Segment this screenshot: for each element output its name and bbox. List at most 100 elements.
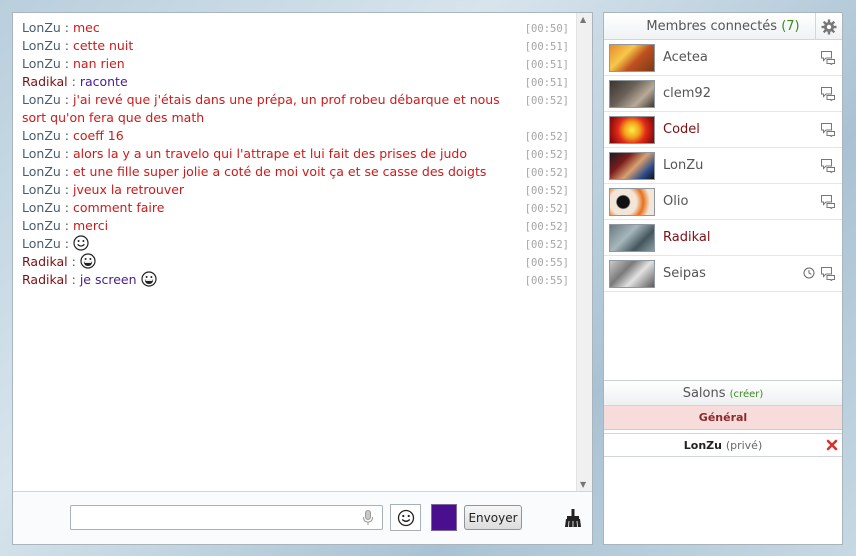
message-separator: : bbox=[60, 182, 73, 197]
message-timestamp: [00:52] bbox=[524, 203, 569, 215]
chat-message: LonZu : cette nuit [00:51] bbox=[22, 37, 569, 55]
message-separator: : bbox=[60, 20, 73, 35]
message-separator: : bbox=[60, 56, 73, 71]
message-sender[interactable]: LonZu bbox=[22, 38, 61, 53]
message-text: mec bbox=[72, 20, 100, 35]
message-sender[interactable]: Radikal bbox=[22, 254, 68, 269]
smile-smiley-icon bbox=[73, 235, 89, 251]
message-separator: : bbox=[60, 146, 73, 161]
message-sender[interactable]: LonZu bbox=[22, 200, 61, 215]
message-separator: : bbox=[67, 74, 80, 89]
speech-bubble-icon[interactable] bbox=[820, 266, 836, 281]
message-sender[interactable]: LonZu bbox=[22, 182, 61, 197]
member-name[interactable]: Seipas bbox=[663, 266, 706, 281]
scroll-down-icon[interactable]: ▼ bbox=[580, 480, 586, 489]
message-text: cette nuit bbox=[72, 38, 134, 53]
speech-bubble-icon[interactable] bbox=[820, 158, 836, 173]
chat-message: LonZu : [00:52] bbox=[22, 235, 569, 253]
smiley-button[interactable] bbox=[390, 504, 421, 531]
message-timestamp: [00:51] bbox=[524, 41, 569, 53]
message-body: LonZu : merci bbox=[22, 217, 569, 235]
member-name[interactable]: Codel bbox=[663, 122, 700, 137]
member-item[interactable]: Seipas bbox=[604, 256, 842, 292]
message-timestamp: [00:52] bbox=[524, 239, 569, 251]
rooms-title: Salons bbox=[682, 386, 726, 401]
create-room-link[interactable]: (créer) bbox=[730, 389, 764, 400]
chat-message: LonZu : alors la y a un travelo qui l'at… bbox=[22, 145, 569, 163]
member-name[interactable]: LonZu bbox=[663, 158, 703, 173]
message-sender[interactable]: LonZu bbox=[22, 218, 61, 233]
microphone-icon[interactable] bbox=[362, 510, 374, 526]
members-panel: Membres connectés (7) Acetea clem92 Codel L… bbox=[603, 12, 843, 545]
avatar bbox=[609, 43, 655, 72]
member-item[interactable]: Acetea bbox=[604, 40, 842, 76]
chat-message: LonZu : et une fille super jolie a coté … bbox=[22, 163, 569, 181]
message-text: alors la y a un travelo qui l'attrape et… bbox=[72, 146, 468, 161]
message-text: je screen bbox=[79, 272, 137, 287]
message-text: jveux la retrouver bbox=[72, 182, 185, 197]
message-sender[interactable]: LonZu bbox=[22, 20, 61, 35]
member-name[interactable]: Radikal bbox=[663, 230, 710, 245]
message-timestamp: [00:52] bbox=[524, 149, 569, 161]
message-timestamp: [00:52] bbox=[524, 131, 569, 143]
message-sender[interactable]: Radikal bbox=[22, 272, 68, 287]
member-name[interactable]: Olio bbox=[663, 194, 688, 209]
chat-message: LonZu : mec [00:50] bbox=[22, 19, 569, 37]
message-text: merci bbox=[72, 218, 109, 233]
message-text: raconte bbox=[79, 74, 128, 89]
member-name[interactable]: clem92 bbox=[663, 86, 711, 101]
avatar bbox=[609, 223, 655, 252]
avatar bbox=[609, 151, 655, 180]
smiley-icon bbox=[397, 509, 414, 526]
speech-bubble-icon[interactable] bbox=[820, 122, 836, 137]
message-separator: : bbox=[60, 38, 73, 53]
message-separator: : bbox=[60, 200, 73, 215]
message-sender[interactable]: Radikal bbox=[22, 74, 68, 89]
room-private[interactable]: LonZu (privé) bbox=[604, 433, 842, 457]
grin-smiley-icon bbox=[140, 271, 157, 287]
chat-message: LonZu : coeff 16 [00:52] bbox=[22, 127, 569, 145]
message-sender[interactable]: LonZu bbox=[22, 128, 61, 143]
avatar bbox=[609, 115, 655, 144]
message-timestamp: [00:51] bbox=[524, 77, 569, 89]
message-text: et une fille super jolie a coté de moi v… bbox=[72, 164, 487, 179]
avatar bbox=[609, 79, 655, 108]
message-body: LonZu : jveux la retrouver bbox=[22, 181, 569, 199]
message-input[interactable] bbox=[70, 505, 383, 530]
message-sender[interactable]: LonZu bbox=[22, 92, 61, 107]
grin-smiley-icon bbox=[80, 253, 96, 269]
message-sender[interactable]: LonZu bbox=[22, 236, 61, 251]
message-body: LonZu : comment faire bbox=[22, 199, 569, 217]
message-text: comment faire bbox=[72, 200, 165, 215]
message-separator: : bbox=[60, 164, 73, 179]
message-body: LonZu : alors la y a un travelo qui l'at… bbox=[22, 145, 569, 163]
speech-bubble-icon[interactable] bbox=[820, 50, 836, 65]
message-timestamp: [00:55] bbox=[524, 275, 569, 287]
message-sender[interactable]: LonZu bbox=[22, 56, 61, 71]
broom-icon[interactable] bbox=[563, 508, 583, 528]
scroll-up-icon[interactable]: ▲ bbox=[580, 15, 586, 24]
speech-bubble-icon[interactable] bbox=[820, 194, 836, 209]
member-item[interactable]: Olio bbox=[604, 184, 842, 220]
send-button[interactable]: Envoyer bbox=[464, 505, 522, 530]
chat-message: LonZu : nan rien [00:51] bbox=[22, 55, 569, 73]
room-private-tag: (privé) bbox=[725, 439, 763, 452]
member-item[interactable]: Radikal bbox=[604, 220, 842, 256]
member-name[interactable]: Acetea bbox=[663, 50, 708, 65]
text-color-button[interactable] bbox=[431, 504, 457, 531]
close-icon[interactable] bbox=[826, 439, 838, 451]
gear-icon[interactable] bbox=[815, 13, 842, 40]
message-scrollbar[interactable]: ▲ ▼ bbox=[576, 13, 592, 491]
member-item[interactable]: clem92 bbox=[604, 76, 842, 112]
message-sender[interactable]: LonZu bbox=[22, 164, 61, 179]
message-sender[interactable]: LonZu bbox=[22, 146, 61, 161]
message-separator: : bbox=[67, 254, 80, 269]
member-item[interactable]: LonZu bbox=[604, 148, 842, 184]
message-separator: : bbox=[60, 92, 73, 107]
room-general[interactable]: Général bbox=[604, 406, 842, 430]
member-item[interactable]: Codel bbox=[604, 112, 842, 148]
message-timestamp: [00:52] bbox=[524, 95, 569, 107]
message-timestamp: [00:52] bbox=[524, 221, 569, 233]
avatar bbox=[609, 259, 655, 288]
speech-bubble-icon[interactable] bbox=[820, 86, 836, 101]
